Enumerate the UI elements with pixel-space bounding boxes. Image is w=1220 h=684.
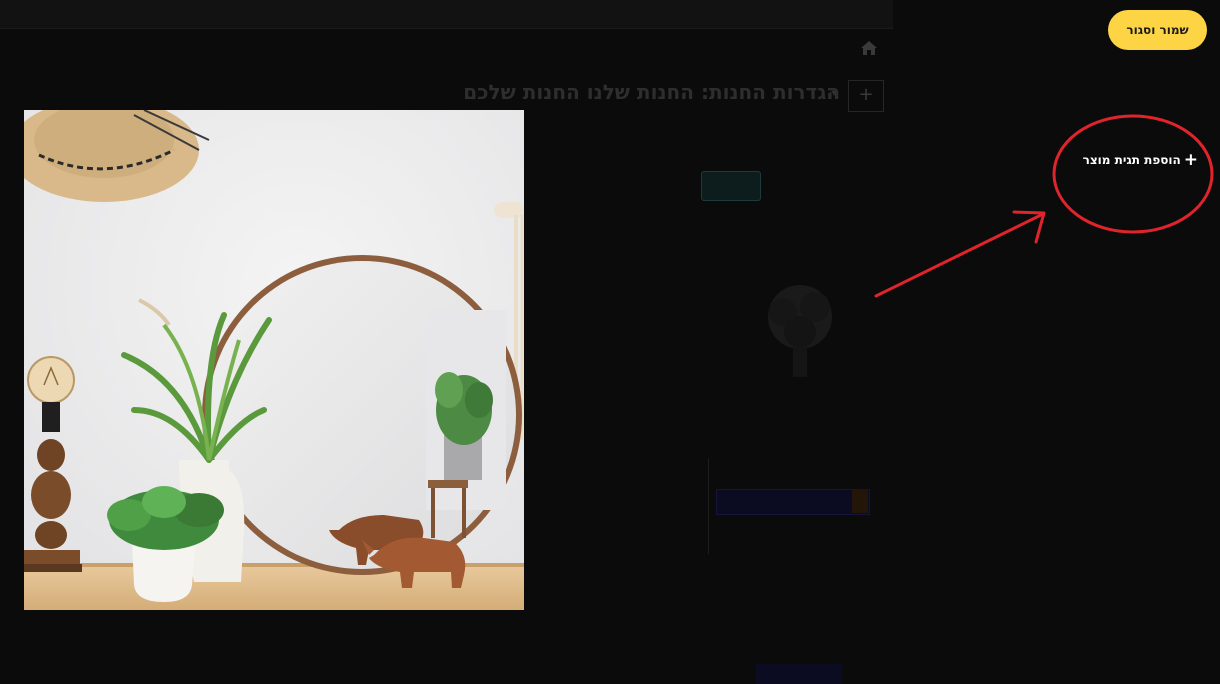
dimmed-card-strip: [716, 489, 870, 515]
product-photo[interactable]: [24, 110, 524, 610]
page-heading: הגדרות החנות: החנות שלנו החנות שלכם: [463, 80, 840, 104]
plus-icon: +: [1183, 150, 1198, 170]
dimmed-product-image: [768, 285, 832, 377]
dimmed-blue-button: [756, 664, 842, 684]
home-icon: [861, 41, 877, 55]
save-and-close-button[interactable]: שמור וסגור: [1108, 10, 1207, 50]
dimmed-active-tab: [701, 171, 761, 201]
add-product-tag-button[interactable]: + הוספת תגית מוצר: [1080, 150, 1198, 170]
dimmed-add-button: +: [848, 80, 884, 112]
dimmed-tabs: [524, 171, 880, 201]
dimmed-card-accent: [852, 489, 868, 513]
dimmed-top-bar: [0, 0, 893, 29]
add-product-tag-label: הוספת תגית מוצר: [1082, 153, 1181, 167]
